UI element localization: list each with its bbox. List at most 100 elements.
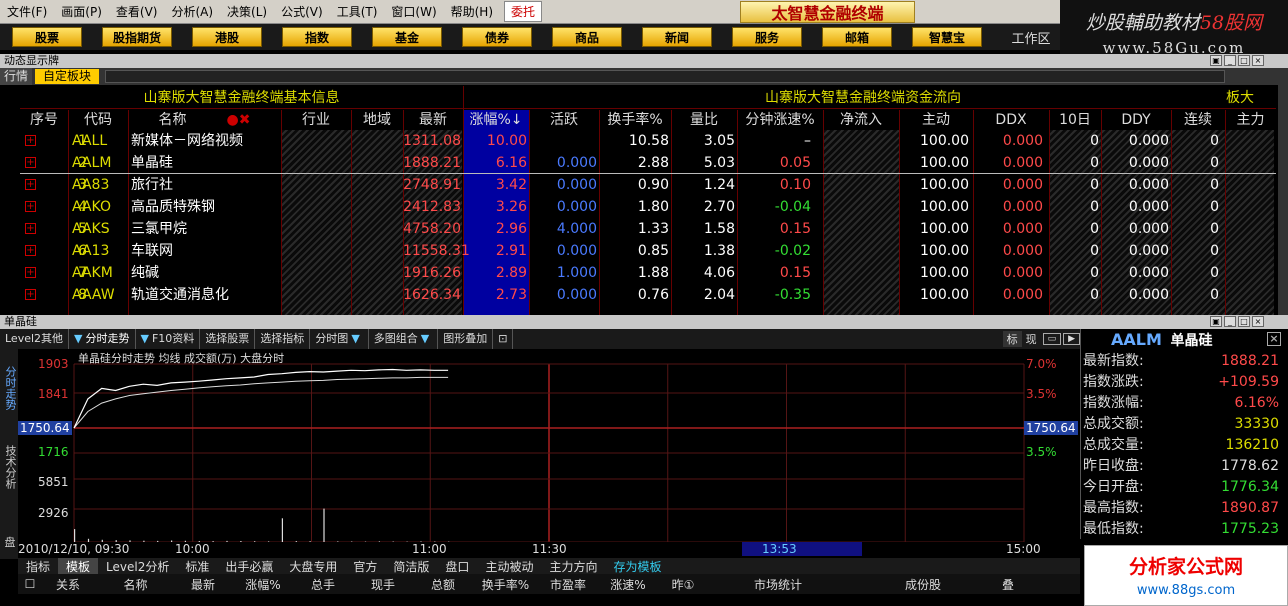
col-header-ddx[interactable]: DDX: [973, 110, 1049, 130]
tb-hk-button[interactable]: 港股: [192, 27, 262, 47]
bhdr-total-vol[interactable]: 总手: [293, 576, 353, 593]
menu-file[interactable]: 文件(F): [0, 3, 54, 20]
bhdr-prev[interactable]: 昨①: [658, 576, 708, 593]
table-row[interactable]: +8 AAAW 轨道交通消息化 1626.34 2.73 0.000 0.76 2.04 -0.…: [20, 284, 1274, 306]
menu-help[interactable]: 帮助(H): [444, 3, 500, 20]
col-header-volume-ratio[interactable]: 量比: [671, 110, 737, 130]
menu-analysis[interactable]: 分析(A): [164, 3, 220, 20]
btab-level2[interactable]: Level2分析: [98, 558, 177, 575]
table-row[interactable]: +6 AA13 车联网 11558.31 2.91 0.000 0.85 1.38 -0.02 1…: [20, 240, 1274, 262]
table-row[interactable]: +1 AALL 新媒体－网络视频 1311.08 10.00 10.58 3.05–100.…: [20, 130, 1274, 152]
vtab-intraday[interactable]: 分时走势: [4, 349, 17, 419]
btool-level2-other[interactable]: Level2其他: [0, 329, 70, 349]
tb-zhihuibao-button[interactable]: 智慧宝: [912, 27, 982, 47]
tb-stock-button[interactable]: 股票: [12, 27, 82, 47]
workarea-button[interactable]: 工作区: [1002, 24, 1060, 50]
restore-icon[interactable]: ▣: [1210, 55, 1222, 66]
btab-active-passive[interactable]: 主动被动: [477, 558, 541, 575]
bhdr-cur-vol[interactable]: 现手: [353, 576, 413, 593]
menu-view[interactable]: 查看(V): [109, 3, 165, 20]
spot-icon[interactable]: 现: [1022, 331, 1041, 347]
col-header-seq[interactable]: 序号: [20, 110, 68, 130]
tb-futures-button[interactable]: 股指期货: [102, 27, 172, 47]
col-header-change-pct[interactable]: 涨幅%↓: [463, 110, 529, 130]
horizontal-scrollbar[interactable]: [105, 70, 1226, 83]
expand-plus-icon[interactable]: +: [25, 135, 36, 146]
table-row[interactable]: +4 AAKO 高品质特殊钢 2412.83 3.26 0.000 1.80 2.70 -0.0…: [20, 196, 1274, 218]
col-header-ddy[interactable]: DDY: [1101, 110, 1171, 130]
mark-icon[interactable]: 标: [1002, 331, 1022, 347]
tab-quotes[interactable]: 行情: [0, 68, 33, 85]
bhdr-amount[interactable]: 总额: [413, 576, 473, 593]
minimize-icon[interactable]: _: [1224, 316, 1236, 327]
btab-official[interactable]: 官方: [345, 558, 385, 575]
table-row[interactable]: +2 AALM 单晶硅 1888.21 6.16 0.000 2.88 5.03 0.05 100…: [20, 152, 1274, 174]
table-row[interactable]: +7 AAKM 纯碱 1916.26 2.89 1.000 1.88 4.06 0.15 100.…: [20, 262, 1274, 284]
expand-plus-icon[interactable]: +: [25, 223, 36, 234]
col-header-industry[interactable]: 行业: [281, 110, 351, 130]
expand-plus-icon[interactable]: +: [25, 201, 36, 212]
tab-custom-sector[interactable]: 自定板块: [35, 69, 100, 84]
bhdr-turnover[interactable]: 换手率%: [473, 576, 538, 593]
bhdr-change[interactable]: 涨幅%: [233, 576, 293, 593]
btab-orderbook[interactable]: 盘口: [437, 558, 477, 575]
col-header-turnover[interactable]: 换手率%: [599, 110, 671, 130]
vtab-other[interactable]: 盘: [0, 537, 20, 549]
col-header-region[interactable]: 地域: [351, 110, 403, 130]
table-row[interactable]: +5 AAKS 三氯甲烷 4758.20 2.96 4.000 1.33 1.58 0.15 10…: [20, 218, 1274, 240]
menu-tools[interactable]: 工具(T): [330, 3, 385, 20]
bhdr-speed[interactable]: 涨速%: [598, 576, 658, 593]
close-icon[interactable]: ×: [1252, 55, 1264, 66]
col-header-active-buy[interactable]: 主动: [899, 110, 973, 130]
checkbox-icon[interactable]: ☐: [22, 577, 38, 591]
expand-right-icon[interactable]: ▶: [1063, 333, 1080, 345]
btool-intraday[interactable]: ▼ 分时走势: [69, 329, 136, 349]
btab-indicator[interactable]: 指标: [18, 558, 58, 575]
btab-save-template[interactable]: 存为模板: [605, 558, 669, 575]
close-icon[interactable]: ×: [1252, 316, 1264, 327]
btool-select-indicator[interactable]: 选择指标: [255, 329, 311, 349]
bhdr-stack[interactable]: 叠: [998, 576, 1018, 593]
col-header-last[interactable]: 最新: [403, 110, 463, 130]
vtab-technical[interactable]: 技术分析: [4, 437, 17, 497]
btool-select-stock[interactable]: 选择股票: [200, 329, 256, 349]
btool-chart-type[interactable]: 分时图 ▼: [310, 329, 369, 349]
btab-market[interactable]: 大盘专用: [281, 558, 345, 575]
close-icon[interactable]: ×: [1267, 332, 1281, 346]
menu-formula[interactable]: 公式(V): [274, 3, 330, 20]
expand-plus-icon[interactable]: +: [25, 245, 36, 256]
col-header-name[interactable]: 名称 ●✖: [128, 110, 281, 130]
btab-standard[interactable]: 标准: [177, 558, 217, 575]
tb-service-button[interactable]: 服务: [732, 27, 802, 47]
expand-plus-icon[interactable]: +: [25, 179, 36, 190]
menu-view-layout[interactable]: 画面(P): [54, 3, 109, 20]
menu-decision[interactable]: 决策(L): [220, 3, 274, 20]
bhdr-last[interactable]: 最新: [173, 576, 233, 593]
expand-plus-icon[interactable]: +: [25, 157, 36, 168]
panel-icon[interactable]: ▭: [1042, 333, 1062, 345]
col-header-active[interactable]: 活跃: [529, 110, 599, 130]
col-header-main-force[interactable]: 主力: [1225, 110, 1276, 130]
tb-mail-button[interactable]: 邮箱: [822, 27, 892, 47]
btab-must-win[interactable]: 出手必赢: [217, 558, 281, 575]
bhdr-pe[interactable]: 市盈率: [538, 576, 598, 593]
table-row[interactable]: +3 AA83 旅行社 2748.91 3.42 0.000 0.90 1.24 0.10 100…: [20, 174, 1274, 196]
tb-index-button[interactable]: 指数: [282, 27, 352, 47]
tb-bond-button[interactable]: 债券: [462, 27, 532, 47]
bhdr-name[interactable]: 名称: [98, 576, 173, 593]
lock-icon[interactable]: ⊡: [493, 329, 514, 349]
col-header-code[interactable]: 代码: [68, 110, 128, 130]
col-header-netflow[interactable]: 净流入: [823, 110, 899, 130]
maximize-icon[interactable]: □: [1238, 55, 1250, 66]
menu-window[interactable]: 窗口(W): [384, 3, 443, 20]
tb-news-button[interactable]: 新闻: [642, 27, 712, 47]
expand-plus-icon[interactable]: +: [25, 289, 36, 300]
bhdr-constituents[interactable]: 成份股: [848, 576, 998, 593]
col-header-continuous[interactable]: 连续: [1171, 110, 1225, 130]
col-header-minute-speed[interactable]: 分钟涨速%: [737, 110, 823, 130]
bhdr-market-stats[interactable]: 市场统计: [708, 576, 848, 593]
tb-fund-button[interactable]: 基金: [372, 27, 442, 47]
btab-simple[interactable]: 简洁版: [385, 558, 437, 575]
entrust-button[interactable]: 委托: [504, 1, 543, 22]
btool-f10[interactable]: ▼ F10资料: [136, 329, 201, 349]
